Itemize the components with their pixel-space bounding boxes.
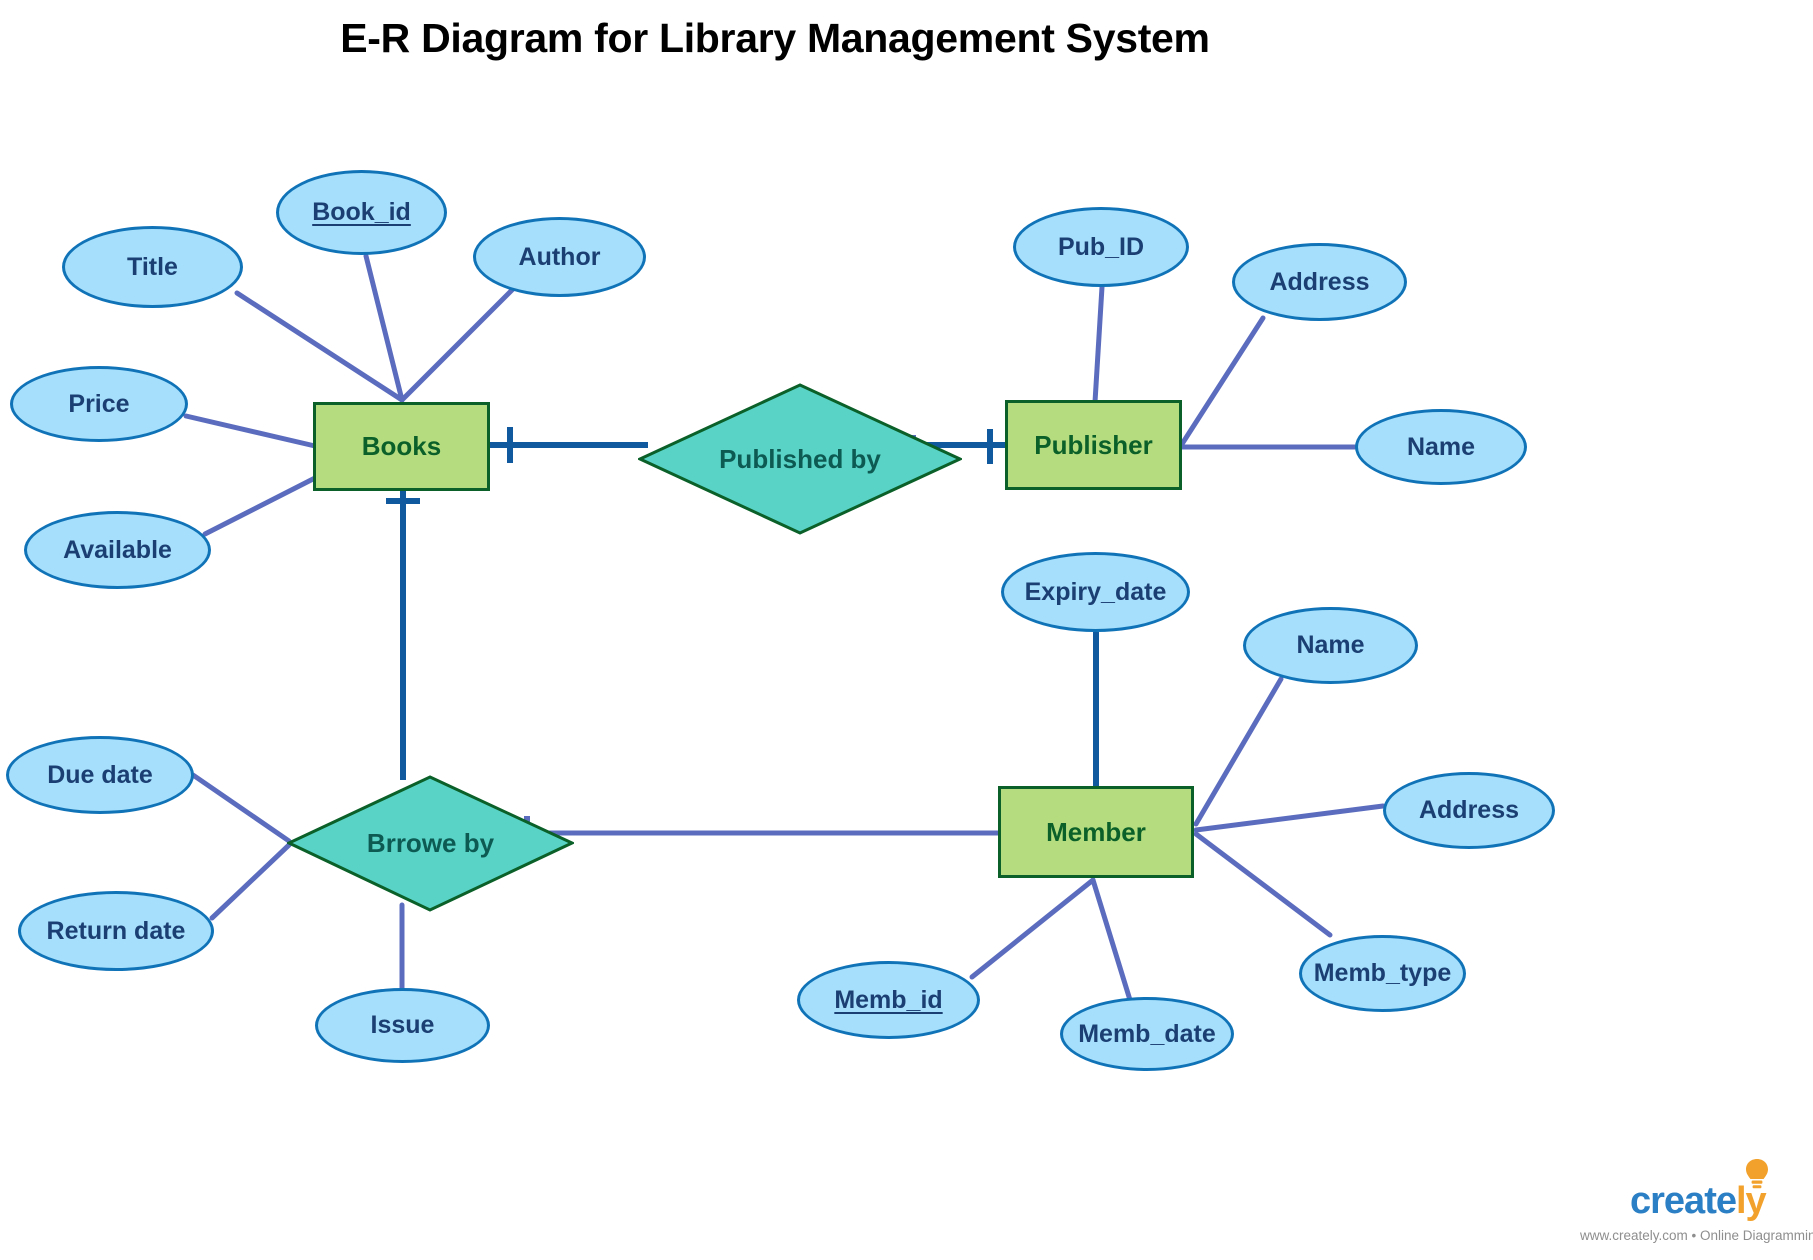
edge-returndate-brrowe	[209, 842, 292, 921]
edge-pubid-publisher	[1092, 284, 1105, 405]
attribute-publisher-address-label: Address	[1269, 267, 1370, 296]
entity-publisher[interactable]: Publisher	[1005, 400, 1182, 490]
attribute-issue[interactable]: Issue	[315, 988, 490, 1063]
edge-membid-member	[969, 877, 1096, 980]
attribute-title-label: Title	[127, 252, 178, 281]
attribute-memb-type[interactable]: Memb_type	[1299, 935, 1466, 1012]
attribute-price[interactable]: Price	[10, 366, 188, 442]
attribute-expiry-date-label: Expiry_date	[1024, 577, 1167, 606]
attribute-pub-id-label: Pub_ID	[1057, 232, 1145, 261]
connector-layer	[183, 253, 1386, 1003]
relationship-published-by-label: Published by	[719, 443, 881, 474]
attribute-memb-date-label: Memb_date	[1078, 1019, 1216, 1048]
attribute-memb-date[interactable]: Memb_date	[1060, 997, 1234, 1071]
attribute-memb-type-label: Memb_type	[1313, 959, 1452, 987]
edge-available-books	[202, 475, 318, 537]
edge-price-books	[183, 413, 318, 449]
attribute-author[interactable]: Author	[473, 217, 646, 297]
creately-brand-part2: e	[1715, 1180, 1737, 1222]
edge-membtype-member	[1193, 831, 1333, 938]
attribute-book-id-label: Book_id	[312, 198, 411, 226]
edge-title-books	[234, 290, 405, 403]
relationship-brrowe-by-label: Brrowe by	[366, 828, 495, 858]
creately-logo: creately	[1630, 1180, 1767, 1223]
page-title: E-R Diagram for Library Management Syste…	[340, 15, 1210, 61]
creately-brand-part1: creat	[1630, 1180, 1717, 1222]
attribute-publisher-address[interactable]: Address	[1232, 243, 1407, 321]
attribute-issue-label: Issue	[370, 1011, 435, 1039]
attribute-available[interactable]: Available	[24, 511, 211, 589]
attribute-member-name-label: Name	[1296, 631, 1365, 659]
attribute-due-date[interactable]: Due date	[6, 736, 194, 814]
er-diagram-canvas: E-R Diagram for Library Management Syste…	[0, 0, 1813, 1260]
edge-duedate-brrowe	[190, 772, 292, 844]
attribute-pub-id[interactable]: Pub_ID	[1013, 207, 1189, 287]
edge-membname-member	[1193, 676, 1284, 827]
edge-author-books	[399, 286, 516, 403]
attribute-member-address-label: Address	[1418, 796, 1520, 824]
entity-books-label: Books	[361, 431, 442, 461]
attribute-return-date-label: Return date	[46, 916, 186, 945]
edge-membdate-member	[1090, 877, 1133, 1003]
attribute-memb-id[interactable]: Memb_id	[797, 961, 980, 1039]
entity-publisher-label: Publisher	[1034, 429, 1153, 460]
attribute-memb-id-label: Memb_id	[834, 985, 943, 1014]
creately-brand-part3: ly	[1735, 1180, 1767, 1222]
attribute-member-address[interactable]: Address	[1383, 772, 1555, 849]
attribute-author-label: Author	[518, 242, 601, 271]
attribute-available-label: Available	[63, 535, 172, 564]
attribute-book-id[interactable]: Book_id	[276, 170, 447, 255]
attribute-member-name[interactable]: Name	[1243, 607, 1418, 684]
attribute-publisher-name-label: Name	[1406, 432, 1476, 461]
relationship-published-by[interactable]: Published by	[638, 383, 962, 535]
entity-member[interactable]: Member	[998, 786, 1194, 878]
attribute-price-label: Price	[68, 389, 130, 418]
edge-address-publisher	[1179, 315, 1266, 447]
attribute-publisher-name[interactable]: Name	[1355, 409, 1527, 485]
attribute-title[interactable]: Title	[62, 226, 243, 308]
edge-membaddress-member	[1193, 803, 1386, 833]
edge-bookid-books	[363, 253, 405, 403]
attribute-due-date-label: Due date	[47, 760, 153, 789]
attribute-expiry-date[interactable]: Expiry_date	[1001, 552, 1190, 632]
entity-books[interactable]: Books	[313, 402, 490, 491]
attribute-return-date[interactable]: Return date	[18, 891, 214, 971]
relationship-brrowe-by[interactable]: Brrowe by	[287, 775, 574, 912]
creately-tagline: www.creately.com • Online Diagramming	[1580, 1228, 1813, 1243]
entity-member-label: Member	[1046, 816, 1146, 847]
